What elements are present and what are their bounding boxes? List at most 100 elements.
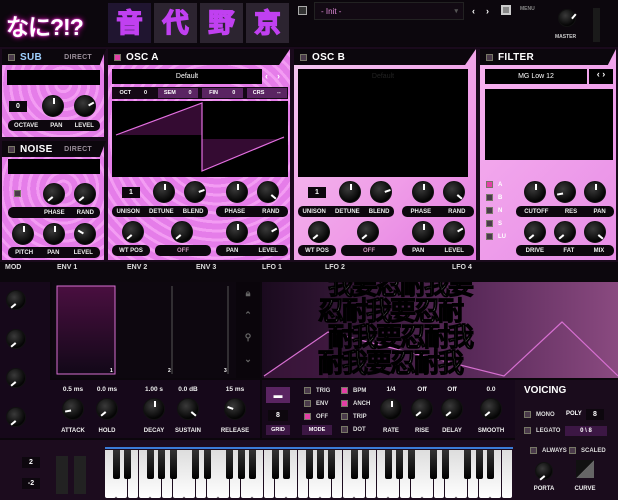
filter-route-b[interactable]: B <box>486 194 502 201</box>
osc-a-warp-mode[interactable]: OFF <box>155 245 211 256</box>
save-icon[interactable] <box>298 6 307 15</box>
env-sustain-knob[interactable] <box>177 398 199 420</box>
noise-level-knob[interactable] <box>74 223 96 245</box>
always-toggle[interactable]: ALWAYS <box>530 447 567 454</box>
mod-tab-env-1[interactable]: ENV 1 <box>57 264 77 271</box>
osc-a-warp-knob[interactable] <box>171 221 193 243</box>
black-key[interactable] <box>350 450 358 479</box>
osc-a-phase-knob[interactable] <box>226 181 248 203</box>
filter-res-knob[interactable] <box>554 181 576 203</box>
sub-level-knob[interactable] <box>74 95 96 117</box>
osc-b-phase-knob[interactable] <box>412 181 434 203</box>
black-key[interactable] <box>464 450 472 479</box>
noise-toggle[interactable] <box>8 145 15 153</box>
menu-button[interactable]: MENU <box>520 6 535 12</box>
mod-tab-lfo-1[interactable]: LFO 1 <box>262 264 282 271</box>
mono-toggle[interactable]: MONO <box>524 411 555 418</box>
env-hold-knob[interactable] <box>96 398 118 420</box>
filter-route-lu[interactable]: LU <box>486 233 506 240</box>
lfo-rate-knob[interactable] <box>380 398 402 420</box>
osc-b-warp-mode[interactable]: OFF <box>341 245 397 256</box>
noise-oneshot-toggle[interactable] <box>14 190 21 197</box>
lfo-opt-anch[interactable]: ANCH <box>341 400 370 407</box>
black-key[interactable] <box>146 450 154 479</box>
lfo-mode-off[interactable]: OFF <box>304 413 328 420</box>
env-decay-knob[interactable] <box>143 398 165 420</box>
skin-tab-2[interactable]: 代 <box>154 3 197 43</box>
skin-tab-1[interactable]: 音 <box>108 3 151 43</box>
master-knob[interactable] <box>558 9 576 27</box>
black-key[interactable] <box>169 450 177 479</box>
filter-route-s[interactable]: S <box>486 220 502 227</box>
black-key[interactable] <box>124 450 132 479</box>
osc-a-param-crs[interactable]: CRS -- <box>246 88 287 98</box>
mod-tab-mod[interactable]: MOD <box>5 264 21 271</box>
black-key[interactable] <box>226 450 234 479</box>
osc-a-unison-stepper[interactable]: 1 <box>122 187 140 198</box>
mod-tab-lfo-2[interactable]: LFO 2 <box>325 264 345 271</box>
osc-b-wtpos-knob[interactable] <box>308 221 330 243</box>
lfo-opt-bpm[interactable]: BPM <box>341 387 366 394</box>
octave-stepper[interactable]: 0 <box>9 101 27 112</box>
black-key[interactable] <box>158 450 166 479</box>
mod-tab-env-2[interactable]: ENV 2 <box>127 264 147 271</box>
lfo-graph[interactable]: 我要忍耐我要 忍耐我要忍耐 耐我要忍耐我 耐我要忍耐我 <box>262 282 618 378</box>
macro-knob-3[interactable] <box>6 368 26 388</box>
noise-phase-knob[interactable] <box>43 183 65 205</box>
black-key[interactable] <box>396 450 404 479</box>
mod-wheel[interactable] <box>74 456 86 494</box>
macro-knob-1[interactable] <box>6 290 26 310</box>
macro-knob-2[interactable] <box>6 329 26 349</box>
lfo-smooth-knob[interactable] <box>480 398 502 420</box>
osc-b-warp-knob[interactable] <box>357 221 379 243</box>
porta-knob[interactable] <box>535 462 553 480</box>
osc-a-prev-button[interactable]: ‹ <box>265 71 268 81</box>
curve-shape[interactable] <box>576 460 594 478</box>
browser-icon[interactable] <box>501 5 511 15</box>
pitch-up-stepper[interactable]: 2 <box>22 457 40 468</box>
black-key[interactable] <box>407 450 415 479</box>
osc-a-level-knob[interactable] <box>257 221 279 243</box>
env-release-knob[interactable] <box>224 398 246 420</box>
white-key[interactable] <box>501 450 513 498</box>
osc-a-param-fin[interactable]: FIN 0 <box>202 88 243 98</box>
osc-a-detune-knob[interactable] <box>153 181 175 203</box>
env-attack-knob[interactable] <box>62 398 84 420</box>
prev-preset-button[interactable]: ‹ <box>472 6 475 16</box>
osc-a-wtpos-knob[interactable] <box>122 221 144 243</box>
noise-pan-knob[interactable] <box>43 223 65 245</box>
black-key[interactable] <box>316 450 324 479</box>
sub-pan-knob[interactable] <box>42 95 64 117</box>
poly-stepper[interactable]: 8 <box>586 409 604 420</box>
filter-drive-knob[interactable] <box>524 221 546 243</box>
black-key[interactable] <box>305 450 313 479</box>
black-key[interactable] <box>384 450 392 479</box>
osc-a-toggle[interactable] <box>114 53 121 61</box>
black-key[interactable] <box>192 450 200 479</box>
scaled-toggle[interactable]: SCALED <box>569 447 606 454</box>
lfo-mode-trig[interactable]: TRIG <box>304 387 330 394</box>
black-key[interactable] <box>271 450 279 479</box>
black-key[interactable] <box>282 450 290 479</box>
black-key[interactable] <box>486 450 494 479</box>
osc-a-blend-knob[interactable] <box>184 181 206 203</box>
black-key[interactable] <box>328 450 336 479</box>
osc-b-pan-knob[interactable] <box>412 221 434 243</box>
skin-tab-3[interactable]: 野 <box>200 3 243 43</box>
macro-knob-4[interactable] <box>6 407 26 427</box>
skin-tab-4[interactable]: 京 <box>246 3 289 43</box>
black-key[interactable] <box>237 450 245 479</box>
black-key[interactable] <box>441 450 449 479</box>
filter-toggle[interactable] <box>486 53 493 61</box>
sub-toggle[interactable] <box>8 53 15 61</box>
sub-direct-toggle[interactable]: DIRECT <box>64 54 92 61</box>
osc-b-blend-knob[interactable] <box>370 181 392 203</box>
osc-a-param-oct[interactable]: OCT 0 <box>113 88 154 98</box>
chevron-up-icon[interactable]: ⌃ <box>236 304 260 326</box>
osc-a-pan-knob[interactable] <box>226 221 248 243</box>
filter-type-selector[interactable]: MG Low 12 <box>485 69 587 84</box>
black-key[interactable] <box>362 450 370 479</box>
filter-mix-knob[interactable] <box>584 221 606 243</box>
pitch-down-stepper[interactable]: -2 <box>22 478 40 489</box>
noise-rand-knob[interactable] <box>74 183 96 205</box>
